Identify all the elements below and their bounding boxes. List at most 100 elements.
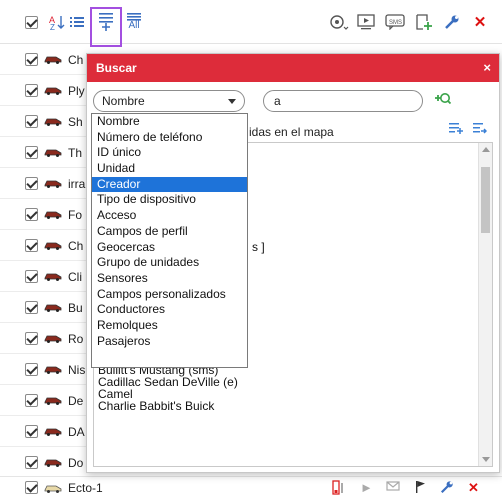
- unit-row[interactable]: Cli: [0, 261, 90, 292]
- unit-row[interactable]: Fo: [0, 199, 90, 230]
- car-icon: [44, 301, 62, 313]
- add-to-list-icon[interactable]: [97, 12, 115, 32]
- search-input-value: a: [274, 94, 281, 108]
- car-icon: [44, 53, 62, 65]
- add-list-icon[interactable]: [449, 122, 473, 137]
- unit-checkbox[interactable]: [25, 177, 38, 190]
- dropdown-option[interactable]: Conductores: [92, 302, 247, 318]
- unit-row[interactable]: DA: [0, 416, 90, 447]
- dialog-close-icon[interactable]: ×: [483, 60, 491, 75]
- unit-row[interactable]: Do: [0, 447, 90, 478]
- car-icon: [44, 239, 62, 251]
- dropdown-option[interactable]: Acceso: [92, 208, 247, 224]
- all-label: All: [128, 20, 140, 31]
- dialog-header: Buscar ×: [87, 54, 499, 82]
- unit-row[interactable]: Ply: [0, 75, 90, 106]
- flag-icon[interactable]: [414, 480, 426, 497]
- unit-checkbox[interactable]: [25, 481, 38, 494]
- unit-checkbox[interactable]: [25, 394, 38, 407]
- battery-icon: [332, 480, 344, 497]
- unit-checkbox[interactable]: [25, 425, 38, 438]
- search-filter-select[interactable]: Nombre: [93, 90, 245, 112]
- car-icon: [44, 425, 62, 437]
- add-search-icon[interactable]: [435, 92, 452, 111]
- move-list-icon[interactable]: [473, 122, 488, 137]
- play-icon[interactable]: ►: [360, 480, 373, 495]
- toolbar: AZ All SMS ✕: [0, 0, 502, 47]
- search-filter-value: Nombre: [102, 94, 145, 108]
- dropdown-option[interactable]: Creador: [92, 176, 247, 193]
- search-input[interactable]: a: [263, 90, 423, 112]
- unit-row[interactable]: irra: [0, 168, 90, 199]
- dropdown-option[interactable]: Sensores: [92, 271, 247, 287]
- unit-row[interactable]: De: [0, 385, 90, 416]
- show-all-button[interactable]: All: [124, 12, 144, 32]
- unit-checkbox[interactable]: [25, 84, 38, 97]
- unit-checkbox[interactable]: [25, 208, 38, 221]
- scroll-thumb[interactable]: [481, 167, 490, 233]
- filter-dropdown: Nombre Número de teléfono ID único Unidad Cr…: [91, 113, 248, 368]
- dropdown-option[interactable]: Grupo de unidades: [92, 255, 247, 271]
- svg-text:Z: Z: [50, 23, 55, 30]
- car-icon: [44, 84, 62, 96]
- car-icon: [44, 394, 62, 406]
- dropdown-option[interactable]: Pasajeros: [92, 334, 247, 350]
- dropdown-option[interactable]: Remolques: [92, 318, 247, 334]
- car-icon: [44, 270, 62, 282]
- partial-bracket: s ]: [252, 240, 265, 254]
- sort-alpha-icon[interactable]: AZ: [48, 12, 66, 32]
- car-icon: [44, 363, 62, 375]
- mail-icon[interactable]: [386, 480, 400, 495]
- unit-row[interactable]: Ch: [0, 230, 90, 261]
- car-icon: [44, 146, 62, 158]
- unit-row[interactable]: Bu: [0, 292, 90, 323]
- play-icon[interactable]: [356, 12, 376, 32]
- unit-name[interactable]: Ecto-1: [68, 481, 103, 495]
- result-item[interactable]: Charlie Babbit's Buick: [98, 399, 214, 413]
- car-icon: [44, 115, 62, 127]
- unit-row[interactable]: Ro: [0, 323, 90, 354]
- unit-checkbox[interactable]: [25, 146, 38, 159]
- unit-checkbox[interactable]: [25, 456, 38, 469]
- unit-checkbox[interactable]: [25, 115, 38, 128]
- dropdown-option[interactable]: Campos de perfil: [92, 224, 247, 240]
- unit-checkbox[interactable]: [25, 301, 38, 314]
- select-all-checkbox[interactable]: [25, 16, 38, 29]
- car-icon: [44, 456, 62, 468]
- car-icon: [44, 208, 62, 220]
- close-icon[interactable]: ✕: [468, 480, 479, 496]
- dropdown-option[interactable]: Número de teléfono: [92, 130, 247, 146]
- dropdown-option[interactable]: ID único: [92, 145, 247, 161]
- dialog-title: Buscar: [96, 61, 137, 75]
- list-scrollbar[interactable]: [478, 143, 492, 466]
- dropdown-option[interactable]: Campos personalizados: [92, 287, 247, 303]
- scroll-down-icon[interactable]: [482, 457, 490, 462]
- list-icon[interactable]: [68, 12, 86, 32]
- dropdown-option[interactable]: Tipo de dispositivo: [92, 192, 247, 208]
- scroll-up-icon[interactable]: [482, 147, 490, 152]
- unit-checkbox[interactable]: [25, 363, 38, 376]
- dropdown-option[interactable]: Geocercas: [92, 240, 247, 256]
- car-icon: [44, 482, 62, 494]
- unit-checkbox[interactable]: [25, 53, 38, 66]
- map-list-icons: [449, 122, 488, 137]
- dropdown-option[interactable]: Nombre: [92, 114, 247, 130]
- svg-text:SMS: SMS: [389, 20, 402, 26]
- unit-checkbox[interactable]: [25, 270, 38, 283]
- signal-icon[interactable]: [328, 12, 350, 32]
- unit-row[interactable]: Nis: [0, 354, 90, 385]
- unit-row[interactable]: Th: [0, 137, 90, 168]
- wrench-icon[interactable]: [440, 480, 454, 497]
- unit-checkbox[interactable]: [25, 239, 38, 252]
- unit-row[interactable]: Ch: [0, 44, 90, 75]
- unit-row-bottom[interactable]: Ecto-1 ► ✕: [0, 476, 502, 497]
- car-icon: [44, 332, 62, 344]
- car-icon: [44, 177, 62, 189]
- sms-icon[interactable]: SMS: [384, 12, 406, 32]
- unit-row[interactable]: Sh: [0, 106, 90, 137]
- close-icon[interactable]: ✕: [470, 12, 490, 32]
- unit-checkbox[interactable]: [25, 332, 38, 345]
- dropdown-option[interactable]: Unidad: [92, 161, 247, 177]
- add-icon[interactable]: [414, 12, 434, 32]
- wrench-icon[interactable]: [442, 12, 462, 32]
